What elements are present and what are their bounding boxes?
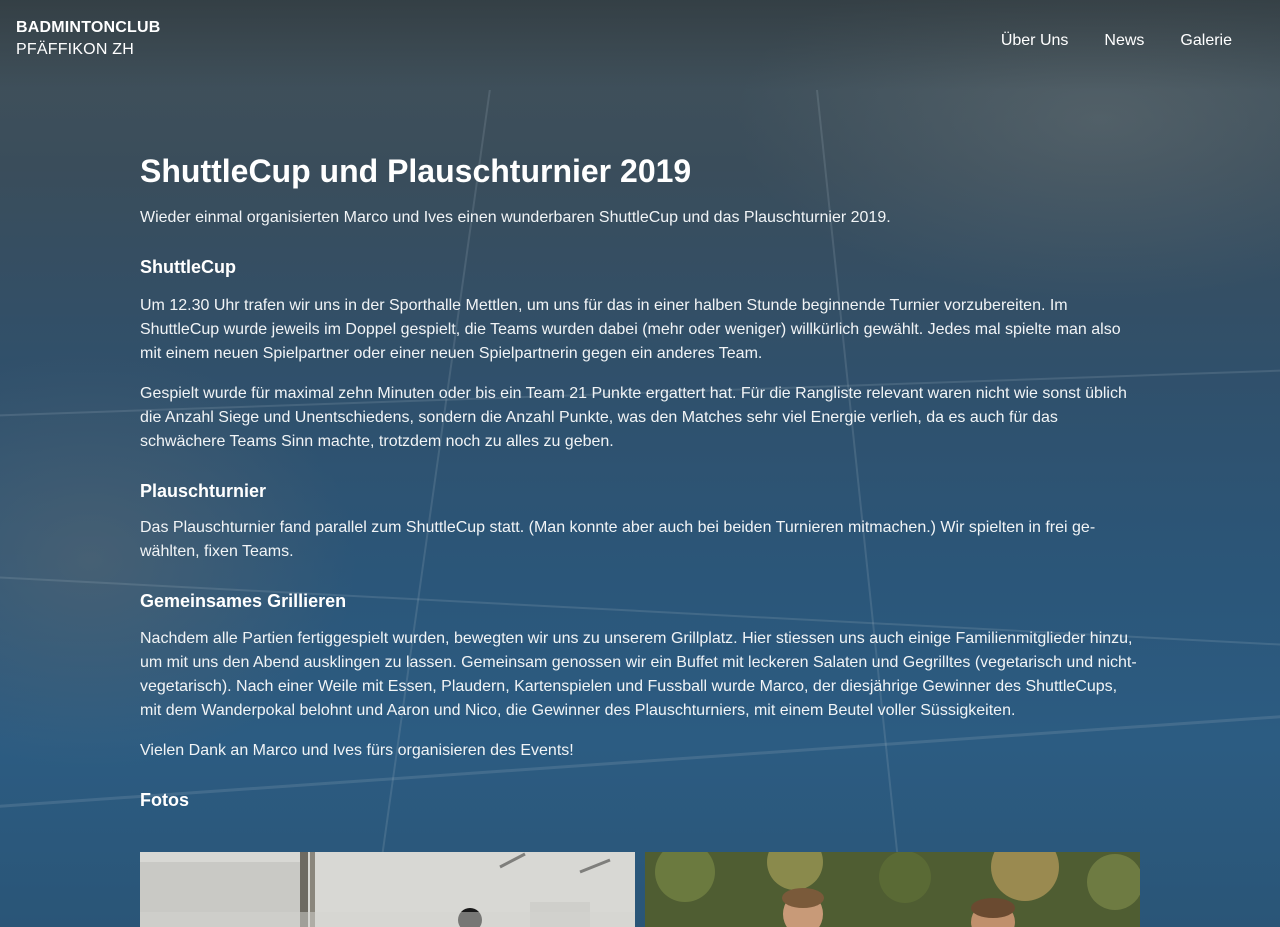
nav-item-ueber-uns[interactable]: Über Uns: [1001, 30, 1069, 52]
paragraph: Das Plauschturnier fand parallel zum Shu…: [140, 519, 1096, 560]
paragraph: Um 12.30 Uhr trafen wir uns in der Sport…: [140, 297, 1121, 362]
section-heading-plauschturnier: Plauschturnier: [140, 481, 267, 501]
section-heading-shuttlecup: ShuttleCup: [140, 257, 236, 277]
paragraph: Vielen Dank an Marco und Ives fürs organ…: [140, 742, 574, 759]
photo-2-image: [645, 852, 1140, 927]
page-title: ShuttleCup und Plauschturnier 2019: [140, 153, 692, 189]
brand-location: PFÄFFIKON ZH: [16, 41, 134, 58]
photo-gallery: [140, 852, 1140, 927]
paragraph: Nachdem alle Partien fertiggespielt wurd…: [140, 630, 1137, 719]
nav-item-news[interactable]: News: [1104, 30, 1144, 52]
section-heading-fotos: Fotos: [140, 790, 189, 810]
gallery-photo-2[interactable]: [645, 852, 1140, 927]
site-logo[interactable]: BADMINTONCLUB PFÄFFIKON ZH: [16, 17, 161, 61]
nav-item-galerie[interactable]: Galerie: [1180, 30, 1232, 52]
main-nav: Über Uns News Galerie: [1001, 30, 1232, 52]
article-intro: Wieder einmal organisierten Marco und Iv…: [140, 209, 891, 226]
brand-name: BADMINTONCLUB: [16, 19, 161, 36]
section-heading-grillieren: Gemeinsames Grillieren: [140, 591, 347, 611]
gallery-photo-1[interactable]: [140, 852, 635, 927]
paragraph: Gespielt wurde für maximal zehn Minuten …: [140, 385, 1127, 450]
article: ShuttleCup und Plauschturnier 2019 Wiede…: [140, 150, 1140, 812]
photo-1-image: [140, 852, 635, 927]
